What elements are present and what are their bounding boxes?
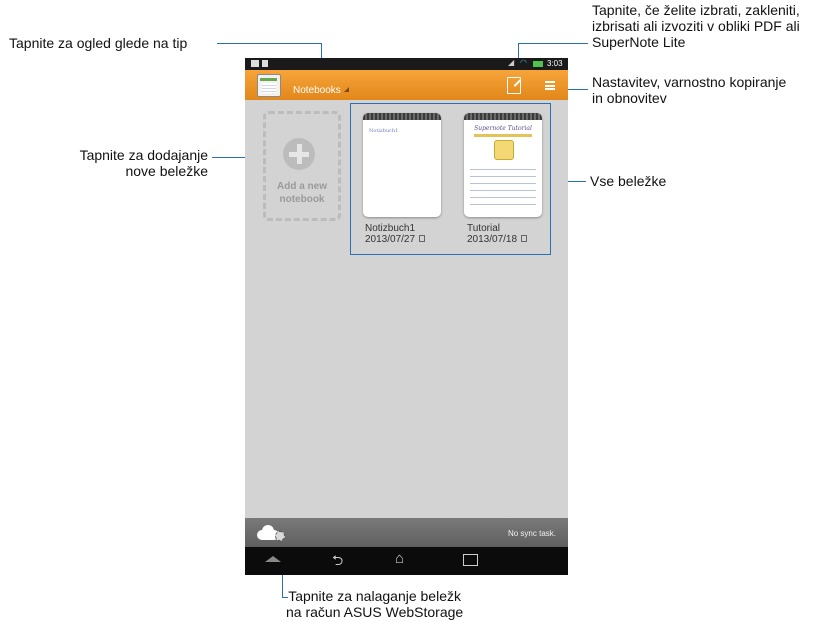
callout-select-lock-line1: Tapnite, če želite izbrati, zakleniti, [592, 2, 800, 18]
leader-select-h [518, 43, 588, 44]
callout-settings: Nastavitev, varnostno kopiranje in obnov… [592, 74, 786, 106]
callout-all-notes: Vse beležke [590, 173, 667, 189]
callout-select-lock-line2: izbrisati ali izvoziti v obliki PDF ali [592, 18, 800, 34]
app-logo-icon[interactable] [257, 74, 281, 97]
callout-view-by-type: Tapnite za ogled glede na tip [9, 35, 188, 51]
callout-upload-line2: na račun ASUS WebStorage [286, 604, 464, 620]
callout-add-notebook-line2: nove beležke [125, 163, 208, 179]
add-notebook-label-line1: Add a new [276, 181, 327, 192]
callout-settings-line2: in obnovitev [592, 90, 667, 106]
callout-select-lock: Tapnite, če želite izbrati, zakleniti, i… [592, 2, 800, 50]
back-icon[interactable]: ⮌ [332, 552, 343, 568]
edit-select-icon[interactable] [507, 77, 522, 94]
gear-icon [275, 531, 285, 541]
home-icon[interactable]: ⌂ [395, 550, 404, 568]
callout-upload: Tapnite za nalaganje beležk na račun ASU… [286, 588, 463, 620]
all-notes-highlight [350, 103, 551, 255]
view-type-dropdown[interactable]: Notebooks [293, 80, 349, 96]
window-icon [251, 60, 259, 67]
callout-upload-line1: Tapnite za nalaganje beležk [288, 588, 461, 604]
leader-upload-h [282, 597, 288, 598]
cloud-settings-icon[interactable] [257, 524, 285, 541]
add-notebook-label: Add a new notebook [266, 180, 338, 206]
add-notebook-button[interactable]: Add a new notebook [263, 111, 341, 221]
signal-icon: ◢ [508, 58, 515, 67]
image-icon [262, 60, 268, 67]
callout-settings-line1: Nastavitev, varnostno kopiranje [592, 74, 787, 90]
sync-status: No sync task. [507, 529, 556, 538]
status-bar: ◢ ◠ 3:03 [245, 58, 568, 70]
add-circle-icon [283, 138, 315, 170]
menu-icon[interactable] [545, 81, 555, 90]
action-bar: Notebooks [245, 70, 568, 100]
dropdown-corner-icon [343, 87, 349, 92]
battery-icon [533, 61, 543, 67]
callout-add-notebook: Tapnite za dodajanje nove beležke [60, 147, 208, 179]
sync-bar: No sync task. [245, 518, 568, 547]
leader-view-by-type-h [217, 43, 322, 44]
recent-menu-icon[interactable] [265, 556, 281, 562]
action-bar-title: Notebooks [293, 85, 341, 96]
callout-add-notebook-line1: Tapnite za dodajanje [79, 147, 208, 163]
wifi-icon: ◠ [520, 58, 527, 67]
add-notebook-label-line2: notebook [279, 194, 325, 205]
callout-select-lock-line3: SuperNote Lite [592, 34, 686, 50]
navigation-bar: ⮌ ⌂ [245, 547, 568, 575]
recent-apps-icon[interactable] [463, 554, 478, 566]
clock-time: 3:03 [547, 59, 563, 68]
